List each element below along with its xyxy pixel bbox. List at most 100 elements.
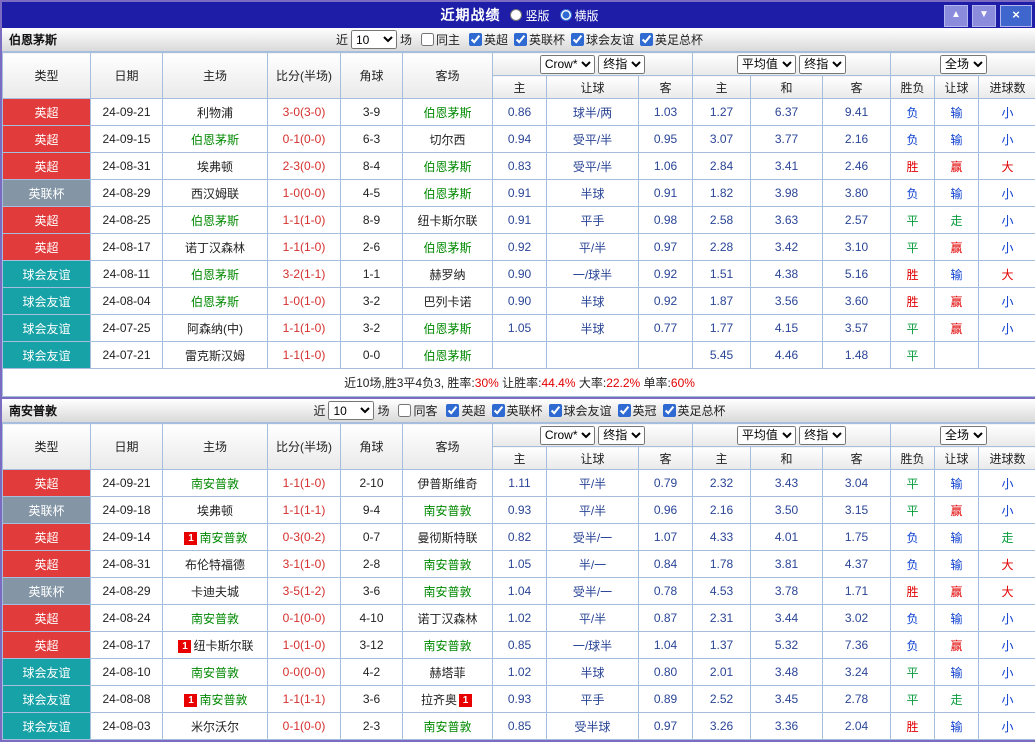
team-name-text[interactable]: 赫塔菲 bbox=[429, 666, 465, 680]
move-up-button[interactable]: ▲ bbox=[944, 5, 968, 27]
date-cell: 24-09-21 bbox=[91, 470, 163, 497]
match-row: 球会友谊24-08-11伯恩茅斯3-2(1-1)1-1赫罗纳0.90一/球半0.… bbox=[3, 261, 1035, 288]
move-down-button[interactable]: ▼ bbox=[972, 5, 996, 27]
league-filter[interactable]: 英足总杯 bbox=[640, 31, 703, 48]
team-name-text[interactable]: 利物浦 bbox=[197, 106, 233, 120]
team-name-text[interactable]: 曼彻斯特联 bbox=[417, 531, 477, 545]
team-name-text[interactable]: 南安普敦 bbox=[199, 693, 247, 707]
team-name-text[interactable]: 巴列卡诺 bbox=[423, 295, 471, 309]
league-checkbox[interactable] bbox=[514, 33, 527, 46]
layout-radio-horizontal[interactable]: 横版 bbox=[560, 7, 599, 24]
team-name-text[interactable]: 南安普敦 bbox=[191, 612, 239, 626]
avg-final-select[interactable]: 终指 bbox=[799, 426, 846, 445]
close-button[interactable]: × bbox=[1000, 5, 1032, 27]
team-name-text[interactable]: 伯恩茅斯 bbox=[423, 241, 471, 255]
team-name-text[interactable]: 切尔西 bbox=[429, 133, 465, 147]
team-name-text[interactable]: 伯恩茅斯 bbox=[423, 349, 471, 363]
league-filter[interactable]: 球会友谊 bbox=[571, 31, 634, 48]
team-name-text[interactable]: 西汉姆联 bbox=[191, 187, 239, 201]
league-filter[interactable]: 英超 bbox=[446, 402, 485, 419]
scope-select[interactable]: 全场 bbox=[940, 55, 987, 74]
match-count-select[interactable]: 10 bbox=[328, 401, 374, 420]
team-name-text[interactable]: 伯恩茅斯 bbox=[423, 106, 471, 120]
col-avg-away: 客 bbox=[823, 447, 891, 470]
summary-segment: 60% bbox=[671, 376, 695, 390]
odds-final-select[interactable]: 终指 bbox=[598, 426, 645, 445]
corner-cell: 2-3 bbox=[341, 713, 403, 740]
same-venue-checkbox[interactable] bbox=[398, 404, 411, 417]
team-name-text[interactable]: 诺丁汉森林 bbox=[417, 612, 477, 626]
team-name-text[interactable]: 埃弗顿 bbox=[197, 504, 233, 518]
team-name-text[interactable]: 埃弗顿 bbox=[197, 160, 233, 174]
team-name-text[interactable]: 伯恩茅斯 bbox=[423, 187, 471, 201]
team-name-text[interactable]: 卡迪夫城 bbox=[191, 585, 239, 599]
league-filter[interactable]: 英联杯 bbox=[492, 402, 543, 419]
team-name-text[interactable]: 伯恩茅斯 bbox=[423, 322, 471, 336]
handicap-result-cell: 输 bbox=[935, 659, 979, 686]
league-checkbox[interactable] bbox=[571, 33, 584, 46]
league-filter[interactable]: 英足总杯 bbox=[663, 402, 726, 419]
league-checkbox[interactable] bbox=[492, 404, 505, 417]
odds-final-select[interactable]: 终指 bbox=[598, 55, 645, 74]
team-name-text[interactable]: 南安普敦 bbox=[423, 585, 471, 599]
handicap-result-cell: 输 bbox=[935, 605, 979, 632]
red-card-badge: 1 bbox=[184, 532, 197, 545]
team-name-text[interactable]: 拉齐奥 bbox=[421, 693, 457, 707]
league-checkbox[interactable] bbox=[640, 33, 653, 46]
team-name-text[interactable]: 伯恩茅斯 bbox=[423, 160, 471, 174]
league-filter[interactable]: 英冠 bbox=[618, 402, 657, 419]
away-team-cell: 南安普敦 bbox=[403, 713, 493, 740]
team-name-text[interactable]: 阿森纳(中) bbox=[187, 322, 243, 336]
odds-source-select[interactable]: Crow* bbox=[540, 55, 595, 74]
avg-source-select[interactable]: 平均值 bbox=[737, 55, 796, 74]
odds-source-select[interactable]: Crow* bbox=[540, 426, 595, 445]
scope-select[interactable]: 全场 bbox=[940, 426, 987, 445]
team-name-text[interactable]: 伯恩茅斯 bbox=[191, 133, 239, 147]
league-filter[interactable]: 球会友谊 bbox=[549, 402, 612, 419]
corner-cell: 8-9 bbox=[341, 207, 403, 234]
home-team-cell: 1南安普敦 bbox=[163, 524, 268, 551]
league-type-cell: 球会友谊 bbox=[3, 713, 91, 740]
handicap-home-odds-cell: 0.85 bbox=[493, 632, 547, 659]
same-venue-filter[interactable]: 同主 bbox=[421, 31, 460, 48]
team-name-text[interactable]: 南安普敦 bbox=[191, 477, 239, 491]
window-buttons: ▲ ▼ × bbox=[944, 5, 1032, 27]
red-card-badge: 1 bbox=[178, 640, 191, 653]
team-name-text[interactable]: 布伦特福德 bbox=[185, 558, 245, 572]
team-name-text[interactable]: 诺丁汉森林 bbox=[185, 241, 245, 255]
layout-radio-input[interactable] bbox=[510, 9, 522, 21]
league-checkbox[interactable] bbox=[663, 404, 676, 417]
league-filter[interactable]: 英联杯 bbox=[514, 31, 565, 48]
team-name-text[interactable]: 南安普敦 bbox=[199, 531, 247, 545]
team-name-text[interactable]: 南安普敦 bbox=[191, 666, 239, 680]
score-cell: 1-0(1-0) bbox=[268, 288, 341, 315]
handicap-home-odds-cell: 1.02 bbox=[493, 659, 547, 686]
team-name-text[interactable]: 南安普敦 bbox=[423, 639, 471, 653]
team-name-text[interactable]: 纽卡斯尔联 bbox=[417, 214, 477, 228]
layout-radio-input[interactable] bbox=[560, 9, 572, 21]
league-checkbox[interactable] bbox=[446, 404, 459, 417]
league-checkbox[interactable] bbox=[618, 404, 631, 417]
team-name-text[interactable]: 南安普敦 bbox=[423, 558, 471, 572]
league-filter[interactable]: 英超 bbox=[469, 31, 508, 48]
avg-source-select[interactable]: 平均值 bbox=[737, 426, 796, 445]
match-count-select[interactable]: 10 bbox=[351, 30, 397, 49]
same-venue-filter[interactable]: 同客 bbox=[398, 402, 437, 419]
team-name-text[interactable]: 伯恩茅斯 bbox=[191, 268, 239, 282]
team-name-text[interactable]: 南安普敦 bbox=[423, 504, 471, 518]
col-away: 客场 bbox=[403, 424, 493, 470]
league-checkbox[interactable] bbox=[469, 33, 482, 46]
same-venue-checkbox[interactable] bbox=[421, 33, 434, 46]
col-odds-home: 主 bbox=[493, 447, 547, 470]
league-checkbox[interactable] bbox=[549, 404, 562, 417]
avg-final-select[interactable]: 终指 bbox=[799, 55, 846, 74]
team-name-text[interactable]: 米尔沃尔 bbox=[191, 720, 239, 734]
team-name-text[interactable]: 伊普斯维奇 bbox=[417, 477, 477, 491]
team-name-text[interactable]: 雷克斯汉姆 bbox=[185, 349, 245, 363]
team-name-text[interactable]: 伯恩茅斯 bbox=[191, 295, 239, 309]
team-name-text[interactable]: 赫罗纳 bbox=[429, 268, 465, 282]
team-name-text[interactable]: 纽卡斯尔联 bbox=[193, 639, 253, 653]
layout-radio-vertical[interactable]: 竖版 bbox=[510, 7, 549, 24]
team-name-text[interactable]: 南安普敦 bbox=[423, 720, 471, 734]
team-name-text[interactable]: 伯恩茅斯 bbox=[191, 214, 239, 228]
